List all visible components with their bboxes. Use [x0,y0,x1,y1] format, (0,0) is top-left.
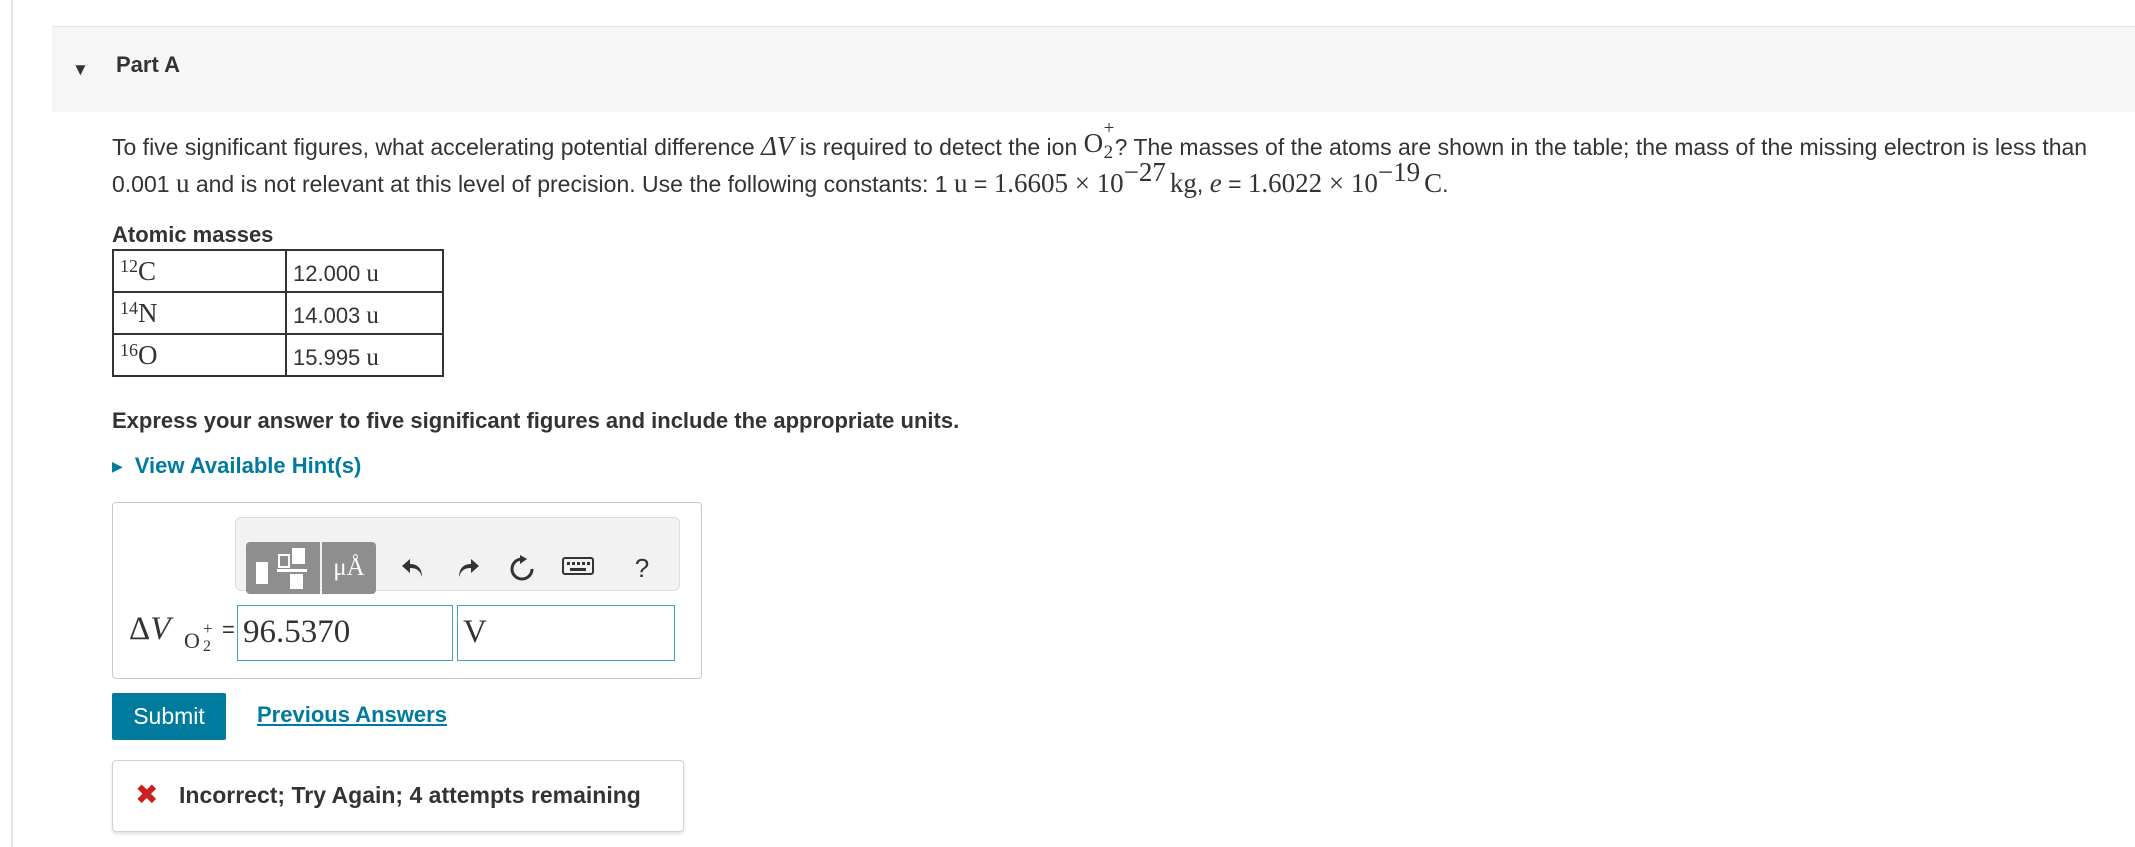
reset-icon [510,555,534,581]
answer-lhs: ΔV O + 2 = [129,607,235,657]
templates-icon [256,548,307,589]
mass-cell: 15.995 u [285,333,444,377]
problem-text: = [967,171,994,197]
mass-value: 12.000 [293,261,361,286]
caret-right-icon: ▶ [112,458,123,474]
element-symbol: O [138,339,158,370]
symbol-e: e [1209,168,1222,198]
left-border [11,0,13,847]
hints-label: View Available Hint(s) [134,453,362,478]
mass-number: 14 [120,297,138,318]
ion-symbol: O [1083,128,1104,158]
redo-icon [459,559,479,577]
element-symbol: C [138,255,157,286]
error-x-icon: ✖ [135,779,159,810]
templates-button[interactable] [246,542,320,594]
problem-text: = [1221,171,1248,197]
constant-e-mantissa: 1.6022 × 10 [1247,168,1378,198]
mass-value: 14.003 [293,303,361,328]
reset-button[interactable] [502,542,542,594]
undo-icon [402,559,422,577]
help-button[interactable]: ? [622,542,662,594]
table-row: 12C 12.000 u [112,249,444,293]
math-toolbar: μÅ ? [235,517,680,594]
mass-cell: 12.000 u [285,249,444,293]
keyboard-button[interactable] [555,542,601,594]
mass-cell: 14.003 u [285,291,444,335]
ion-subscript: 2 [1103,142,1114,163]
mass-unit: u [366,344,379,371]
lhs-v: V [150,611,171,647]
constant-e-unit: C [1424,168,1443,198]
lhs-subscript-index: 2 [203,638,211,655]
unit-u: u [175,168,190,198]
isotope-cell: 16O [112,333,287,377]
lhs-delta-v: ΔV [129,611,170,648]
redo-button[interactable] [448,542,488,594]
units-button[interactable]: μÅ [322,542,376,594]
constant-u-unit: kg [1169,168,1197,198]
view-hints-link[interactable]: ▶ View Available Hint(s) [112,453,361,479]
submit-button[interactable]: Submit [112,693,226,740]
feedback-text: Incorrect; Try Again; 4 attempts remaini… [179,782,641,808]
problem-text: , [1196,171,1210,197]
mass-unit: u [366,302,379,329]
problem-text: and is not relevant at this level of pre… [189,171,954,197]
mass-value: 15.995 [293,345,361,370]
isotope-cell: 12C [112,249,287,293]
problem-text: is required to detect the ion [793,134,1084,160]
undo-button[interactable] [393,542,433,594]
isotope-cell: 14N [112,291,287,335]
caret-down-icon[interactable]: ▼ [72,61,89,78]
problem-text: . [1442,171,1449,197]
answer-box: μÅ ? ΔV O + 2 = 96.5370 V [112,502,702,679]
constant-u-exponent: −27 [1123,157,1166,187]
ion-o2-plus: O +2 [1084,118,1115,163]
lhs-subscript-symbol: O [184,628,200,653]
lhs-subscript-charge: + [203,619,213,638]
table-row: 14N 14.003 u [112,291,444,335]
feedback-message: ✖ Incorrect; Try Again; 4 attempts remai… [112,760,684,832]
table-row: 16O 15.995 u [112,333,444,377]
mass-number: 12 [120,255,138,276]
atomic-masses-table: 12C 12.000 u 14N 14.003 u 16O 15.995 u [112,249,444,377]
mass-number: 16 [120,339,138,360]
mass-unit: u [366,260,379,287]
problem-text: To five significant figures, what accele… [112,134,762,160]
element-symbol: N [138,297,158,328]
part-title: Part A [116,52,180,77]
part-header[interactable]: ▼ Part A [52,26,2135,112]
lhs-delta: Δ [129,611,151,647]
keyboard-icon [562,557,594,575]
constant-e-exponent: −19 [1377,157,1421,187]
answer-value-input[interactable]: 96.5370 [237,605,453,661]
previous-answers-link[interactable]: Previous Answers [257,702,447,728]
constant-u-mantissa: 1.6605 × 10 [993,168,1124,198]
lhs-equals: = [222,617,235,642]
answer-units-input[interactable]: V [457,605,675,661]
problem-statement: To five significant figures, what accele… [112,118,2102,202]
unit-u: u [953,168,968,198]
table-caption: Atomic masses [112,222,274,247]
answer-instructions: Express your answer to five significant … [112,408,960,433]
symbol-delta-v: ΔV [761,131,794,161]
